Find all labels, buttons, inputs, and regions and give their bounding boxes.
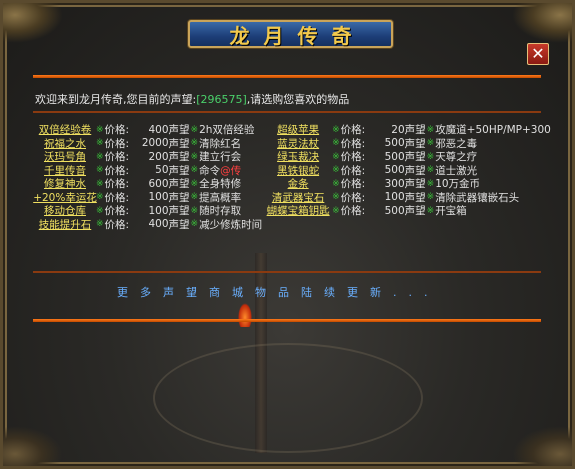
separator-mark-icon: ※ — [332, 151, 340, 162]
shop-item-row: 祝福之水 ※ 价格: 2000 声望 ※ 清除红名 蓝灵法杖 ※ 价格: 500 声望 ※ 邪恶之毒 — [35, 137, 555, 151]
divider — [33, 111, 541, 113]
separator-mark-icon: ※ — [332, 192, 340, 203]
separator-mark-icon: ※ — [190, 192, 199, 203]
reputation-value: [296575] — [196, 93, 247, 106]
price-label: 价格: — [104, 218, 130, 231]
shop-item-row: +20%幸运花 ※ 价格: 100 声望 ※ 提高概率 清武器宝石 ※ 价格: 100 声望 ※ 清除武器… — [33, 191, 555, 205]
price-value: 500 — [384, 164, 405, 177]
price-value: 300 — [384, 177, 405, 190]
separator-mark-icon: ※ — [426, 192, 435, 203]
dragon-ornament-icon — [512, 3, 572, 43]
divider — [33, 271, 541, 273]
shop-item-row: 沃玛号角 ※ 价格: 200 声望 ※ 建立行会 绿玉裁决 ※ 价格: 500 声望 ※ 天尊之疗 — [35, 150, 555, 164]
dragon-ornament-icon — [3, 3, 63, 43]
price-value: 500 — [384, 204, 405, 217]
shop-item-grid: 双倍经验卷 ※ 价格: 400 声望 ※ 2h双倍经验 超级苹果 ※ 价格: 20 声望 ※ 攻魔道+50… — [33, 123, 555, 232]
separator-mark-icon: ※ — [332, 138, 340, 149]
shop-item-row: 修复神水 ※ 价格: 600 声望 ※ 全身特修 金条 ※ 价格: 300 声望 ※ 10万金币 — [35, 177, 555, 191]
shop-item-row: 移动仓库 ※ 价格: 100 声望 ※ 随时存取 蝴蝶宝箱钥匙 ※ 价格: 500 声望 ※ 开宝箱 — [35, 204, 555, 218]
shop-item-row: 千里传音 ※ 价格: 50 声望 ※ 命令 @传 黑铁银蛇 ※ 价格: 500 声望 ※ 道士激光 — [35, 164, 555, 178]
dialog-frame: 龙月传奇 ✕ 欢迎来到龙月传奇,您目前的声望:[296575],请选购您喜欢的物… — [0, 0, 575, 469]
separator-mark-icon: ※ — [96, 205, 104, 216]
corner-ornament-icon — [3, 426, 63, 466]
item-description: 减少修炼时间 — [199, 218, 263, 231]
separator-mark-icon: ※ — [426, 165, 435, 176]
flame-icon — [238, 303, 252, 327]
separator-mark-icon: ※ — [96, 192, 104, 203]
price-value: 100 — [148, 191, 169, 204]
separator-mark-icon: ※ — [96, 138, 104, 149]
welcome-message: 欢迎来到龙月传奇,您目前的声望:[296575],请选购您喜欢的物品 — [35, 93, 350, 106]
price-value: 2000 — [141, 137, 169, 150]
separator-mark-icon: ※ — [426, 205, 435, 216]
separator-mark-icon: ※ — [426, 138, 435, 149]
price-value: 500 — [384, 150, 405, 163]
separator-mark-icon: ※ — [190, 124, 199, 135]
separator-mark-icon: ※ — [190, 165, 199, 176]
price-value: 50 — [155, 164, 169, 177]
separator-mark-icon: ※ — [190, 178, 199, 189]
close-button[interactable]: ✕ — [527, 43, 549, 65]
divider-bottom — [33, 319, 541, 322]
shop-item-row: 双倍经验卷 ※ 价格: 400 声望 ※ 2h双倍经验 超级苹果 ※ 价格: 20 声望 ※ 攻魔道+50… — [35, 123, 555, 137]
dialog-title: 龙月传奇 — [229, 23, 366, 48]
close-icon: ✕ — [531, 44, 545, 63]
item-name-link[interactable]: 蝴蝶宝箱钥匙 — [265, 203, 331, 218]
price-value: 20 — [391, 123, 405, 136]
separator-mark-icon: ※ — [332, 178, 340, 189]
price-value: 100 — [384, 191, 405, 204]
more-items-notice: 更多声望商城物品陆续更新... — [117, 286, 440, 299]
shop-item-row: 技能提升石 ※ 价格: 400 声望 ※ 减少修炼时间 — [35, 218, 555, 232]
item-description: 开宝箱 — [435, 205, 467, 218]
separator-mark-icon: ※ — [426, 151, 435, 162]
separator-mark-icon: ※ — [96, 151, 104, 162]
item-name-link[interactable]: 技能提升石 — [35, 217, 95, 232]
price-value: 600 — [148, 177, 169, 190]
separator-mark-icon: ※ — [332, 205, 340, 216]
background-circle — [153, 343, 423, 453]
price-value: 200 — [148, 150, 169, 163]
separator-mark-icon: ※ — [332, 165, 340, 176]
separator-mark-icon: ※ — [96, 124, 104, 135]
separator-mark-icon: ※ — [96, 178, 104, 189]
separator-mark-icon: ※ — [96, 165, 104, 176]
price-value: 400 — [148, 218, 169, 231]
separator-mark-icon: ※ — [96, 219, 104, 230]
price-value: 500 — [384, 137, 405, 150]
separator-mark-icon: ※ — [190, 138, 199, 149]
price-value: 100 — [148, 204, 169, 217]
title-banner: 龙月传奇 — [188, 20, 393, 48]
separator-mark-icon: ※ — [190, 219, 199, 230]
corner-ornament-icon — [512, 426, 572, 466]
separator-mark-icon: ※ — [426, 178, 435, 189]
separator-mark-icon: ※ — [190, 151, 199, 162]
separator-mark-icon: ※ — [426, 124, 435, 135]
divider-top — [33, 75, 541, 78]
separator-mark-icon: ※ — [190, 205, 199, 216]
price-value: 400 — [148, 123, 169, 136]
separator-mark-icon: ※ — [332, 124, 340, 135]
currency-label: 声望 — [168, 218, 190, 231]
price-label: 价格: — [340, 205, 366, 218]
currency-label: 声望 — [404, 205, 426, 218]
